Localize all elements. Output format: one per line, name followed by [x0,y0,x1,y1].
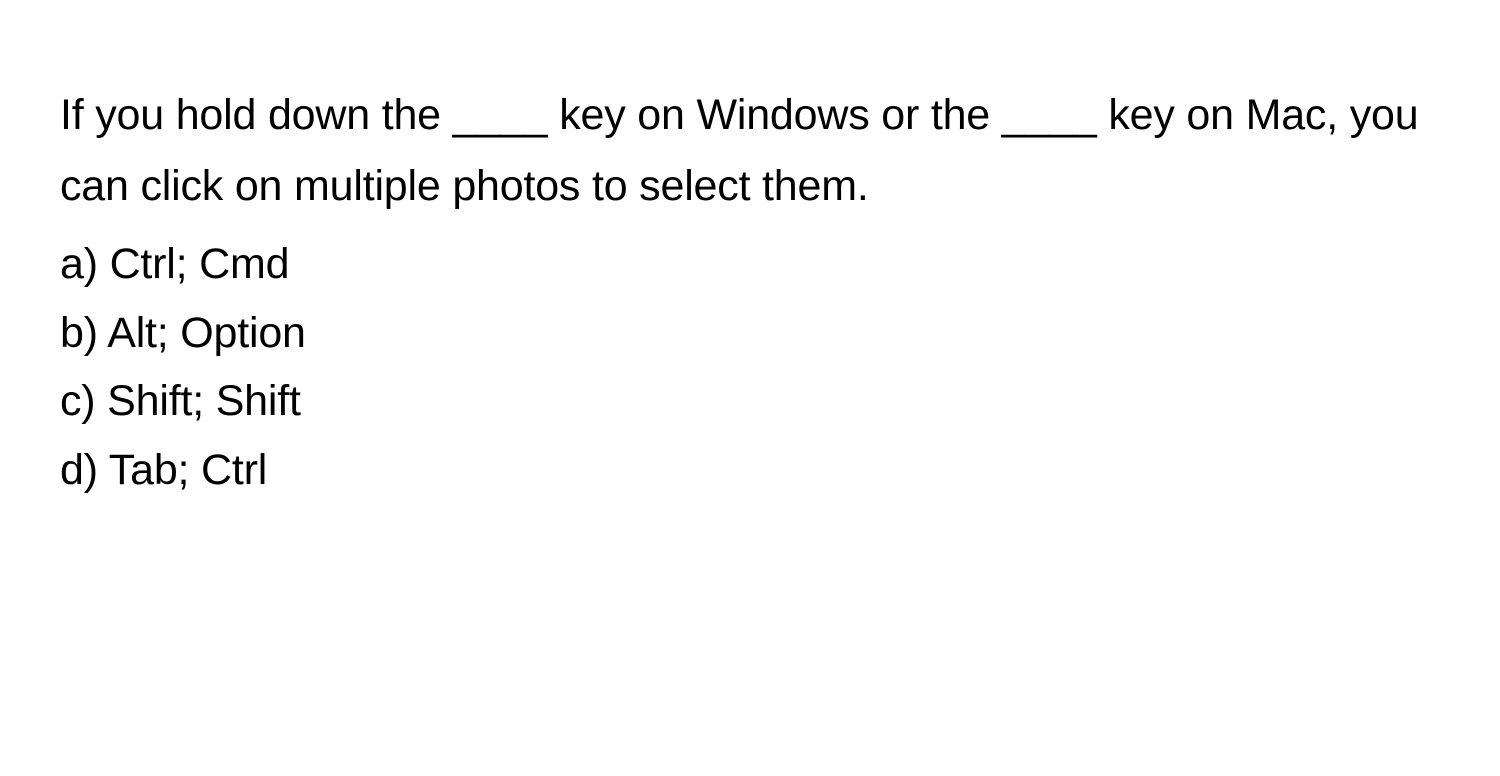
option-d: d) Tab; Ctrl [60,436,1440,505]
option-b: b) Alt; Option [60,299,1440,368]
question-stem: If you hold down the ____ key on Windows… [60,80,1440,222]
option-c: c) Shift; Shift [60,367,1440,436]
option-a: a) Ctrl; Cmd [60,230,1440,299]
